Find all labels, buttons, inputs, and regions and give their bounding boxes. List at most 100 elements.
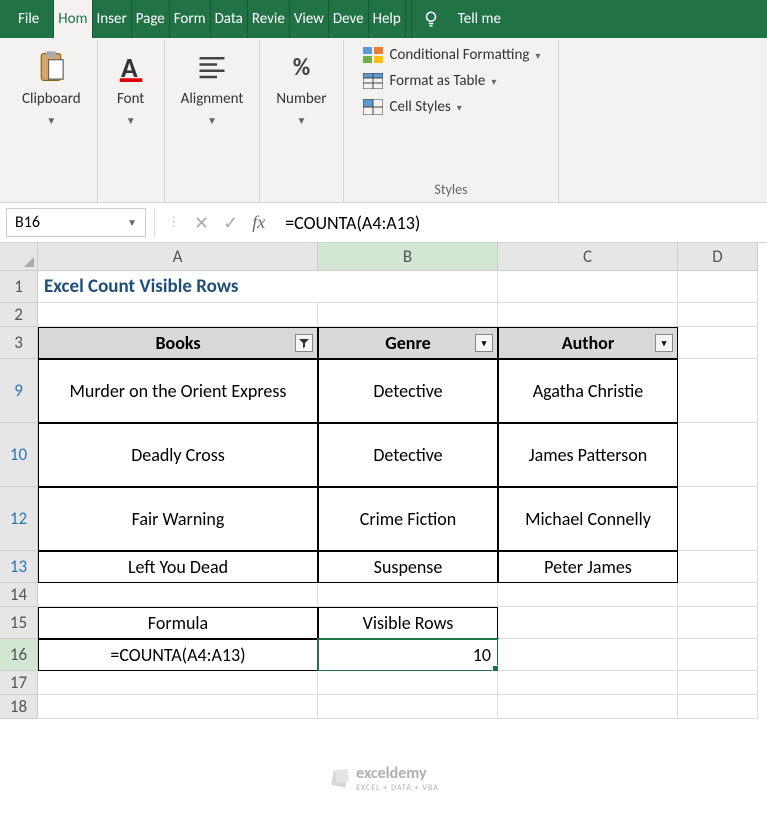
tab-page-layout[interactable]: Page: [132, 0, 170, 38]
tab-developer[interactable]: Deve: [329, 0, 369, 38]
cell-D10[interactable]: [678, 423, 758, 487]
cell-C18[interactable]: [498, 695, 678, 719]
format-as-table-label: Format as Table: [390, 72, 486, 90]
cell-A12[interactable]: Fair Warning: [38, 487, 318, 551]
cell-C16[interactable]: [498, 639, 678, 671]
lightbulb-icon[interactable]: [412, 0, 450, 38]
tab-home[interactable]: Hom: [54, 0, 92, 38]
cell-A14[interactable]: [38, 583, 318, 607]
cell-B10[interactable]: Detective: [318, 423, 498, 487]
number-button[interactable]: % Number ▼: [268, 44, 334, 133]
cell-D16[interactable]: [678, 639, 758, 671]
conditional-formatting-button[interactable]: Conditional Formatting ▾: [358, 44, 545, 66]
cell-B3[interactable]: Genre▾: [318, 327, 498, 359]
cell-A10[interactable]: Deadly Cross: [38, 423, 318, 487]
row-header-2[interactable]: 2: [0, 303, 38, 327]
cell-B16[interactable]: 10: [318, 639, 498, 671]
cell-D9[interactable]: [678, 359, 758, 423]
name-box[interactable]: B16 ▼: [6, 208, 146, 237]
cell-A2[interactable]: [38, 303, 318, 327]
filter-button-active[interactable]: [295, 334, 313, 352]
cell-C2[interactable]: [498, 303, 678, 327]
cell-B12[interactable]: Crime Fiction: [318, 487, 498, 551]
tab-view[interactable]: View: [290, 0, 329, 38]
tab-help[interactable]: Help: [369, 0, 406, 38]
cell-C15[interactable]: [498, 607, 678, 639]
cell-C9[interactable]: Agatha Christie: [498, 359, 678, 423]
styles-group-label: Styles: [434, 181, 467, 200]
cancel-icon[interactable]: ✕: [194, 212, 209, 234]
row-header-14[interactable]: 14: [0, 583, 38, 607]
cell-A16[interactable]: =COUNTA(A4:A13): [38, 639, 318, 671]
cell-A9[interactable]: Murder on the Orient Express: [38, 359, 318, 423]
cell-C12[interactable]: Michael Connelly: [498, 487, 678, 551]
column-header-a[interactable]: A: [38, 243, 318, 271]
cell-D14[interactable]: [678, 583, 758, 607]
cell-styles-button[interactable]: Cell Styles ▾: [358, 96, 545, 118]
filter-button[interactable]: ▾: [655, 334, 673, 352]
cell-B9[interactable]: Detective: [318, 359, 498, 423]
chevron-down-icon: ▾: [457, 101, 462, 114]
cell-D15[interactable]: [678, 607, 758, 639]
cell-D2[interactable]: [678, 303, 758, 327]
tab-insert[interactable]: Inser: [93, 0, 132, 38]
cell-A13[interactable]: Left You Dead: [38, 551, 318, 583]
chevron-down-icon: ▼: [126, 114, 136, 127]
row-header-1[interactable]: 1: [0, 271, 38, 303]
column-header-d[interactable]: D: [678, 243, 758, 271]
cell-A17[interactable]: [38, 671, 318, 695]
tab-review[interactable]: Revie: [248, 0, 290, 38]
row-header-18[interactable]: 18: [0, 695, 38, 719]
cell-B14[interactable]: [318, 583, 498, 607]
select-all-corner[interactable]: [0, 243, 38, 271]
cell-B1[interactable]: [318, 271, 498, 303]
cell-D17[interactable]: [678, 671, 758, 695]
cell-D13[interactable]: [678, 551, 758, 583]
cell-B2[interactable]: [318, 303, 498, 327]
cell-D12[interactable]: [678, 487, 758, 551]
row-header-17[interactable]: 17: [0, 671, 38, 695]
cell-A15[interactable]: Formula: [38, 607, 318, 639]
cell-A18[interactable]: [38, 695, 318, 719]
font-button[interactable]: A Font ▼: [106, 44, 156, 133]
cell-C13[interactable]: Peter James: [498, 551, 678, 583]
row-header-15[interactable]: 15: [0, 607, 38, 639]
row-header-13[interactable]: 13: [0, 551, 38, 583]
cell-C3[interactable]: Author▾: [498, 327, 678, 359]
row-header-10[interactable]: 10: [0, 423, 38, 487]
filter-button[interactable]: ▾: [475, 334, 493, 352]
cell-B15[interactable]: Visible Rows: [318, 607, 498, 639]
tell-me-search[interactable]: Tell me: [450, 0, 509, 38]
cell-A3[interactable]: Books: [38, 327, 318, 359]
alignment-button[interactable]: Alignment ▼: [173, 44, 252, 133]
cell-B13[interactable]: Suspense: [318, 551, 498, 583]
cell-B18[interactable]: [318, 695, 498, 719]
formula-input[interactable]: [275, 208, 767, 238]
row-header-12[interactable]: 12: [0, 487, 38, 551]
cell-B17[interactable]: [318, 671, 498, 695]
chevron-down-icon: ▾: [491, 75, 496, 88]
cell-C17[interactable]: [498, 671, 678, 695]
enter-icon[interactable]: ✓: [223, 212, 238, 234]
cell-D18[interactable]: [678, 695, 758, 719]
fx-icon[interactable]: fx: [252, 212, 265, 233]
cell-C1[interactable]: [498, 271, 678, 303]
cell-C14[interactable]: [498, 583, 678, 607]
chevron-down-icon[interactable]: ▼: [127, 216, 137, 229]
format-as-table-button[interactable]: Format as Table ▾: [358, 70, 545, 92]
cell-C10[interactable]: James Patterson: [498, 423, 678, 487]
tab-file[interactable]: File: [4, 0, 54, 38]
column-header-b[interactable]: B: [318, 243, 498, 271]
formula-bar-buttons: ⋮ ✕ ✓ fx: [157, 212, 275, 234]
row-header-3[interactable]: 3: [0, 327, 38, 359]
column-header-c[interactable]: C: [498, 243, 678, 271]
paste-button[interactable]: Clipboard ▼: [14, 44, 89, 133]
row-header-9[interactable]: 9: [0, 359, 38, 423]
tab-formulas[interactable]: Form: [170, 0, 211, 38]
chevron-down-icon: ▼: [296, 114, 306, 127]
tab-data[interactable]: Data: [211, 0, 248, 38]
cell-D1[interactable]: [678, 271, 758, 303]
row-header-16[interactable]: 16: [0, 639, 38, 671]
cell-D3[interactable]: [678, 327, 758, 359]
formula-bar: B16 ▼ ⋮ ✕ ✓ fx: [0, 203, 767, 243]
